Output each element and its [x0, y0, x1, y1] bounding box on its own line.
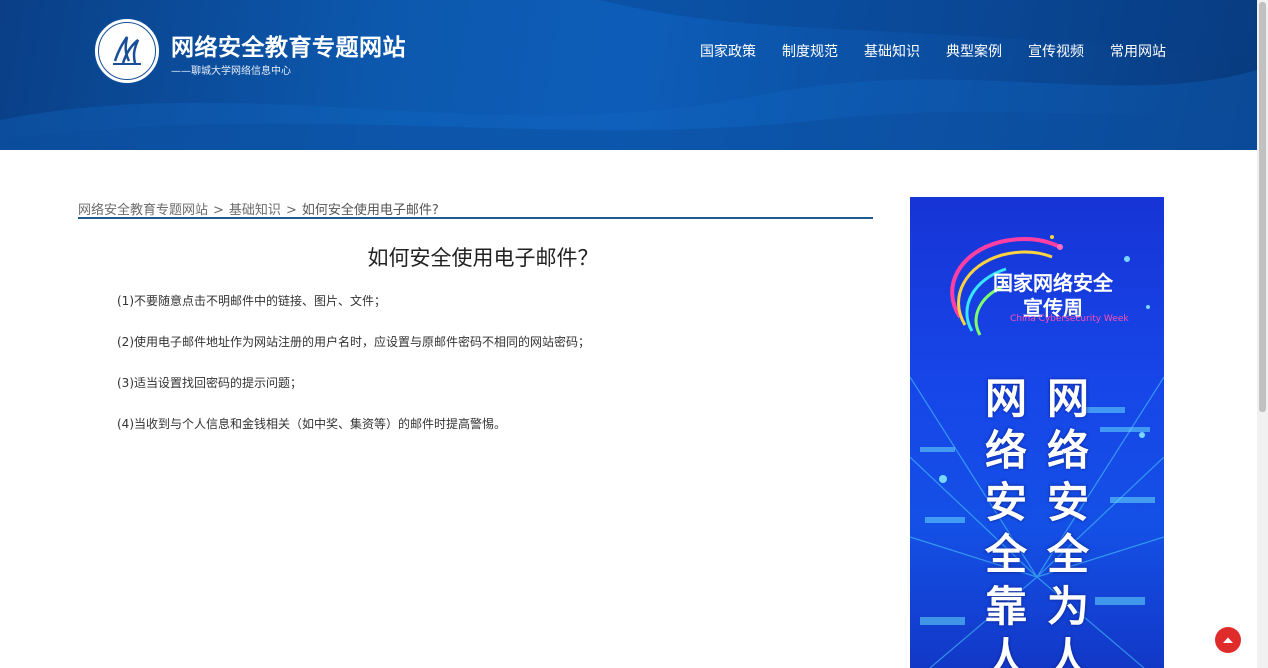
article-paragraph: (4)当收到与个人信息和金钱相关（如中奖、集资等）的邮件时提高警惕。: [117, 417, 507, 431]
banner-english-title: China Cybersecurity Week: [1010, 314, 1129, 324]
breadcrumb-home[interactable]: 网络安全教育专题网站: [78, 203, 208, 218]
article-body: (1)不要随意点击不明邮件中的链接、图片、文件； (2)使用电子邮件地址作为网站…: [117, 292, 857, 456]
banner-slogan-right: 网 络 安 全 为 人: [1043, 373, 1093, 668]
site-subtitle: ——聊城大学网络信息中心: [171, 66, 291, 77]
scrollbar-thumb[interactable]: [1259, 2, 1266, 412]
banner-slogan-char: 全: [984, 530, 1027, 579]
nav-item-common-sites[interactable]: 常用网站: [1110, 41, 1166, 61]
back-to-top-button[interactable]: [1215, 627, 1241, 653]
breadcrumb: 网络安全教育专题网站 > 基础知识 > 如何安全使用电子邮件?: [78, 199, 873, 219]
breadcrumb-current: 如何安全使用电子邮件?: [301, 203, 439, 218]
site-header: 网络安全教育专题网站 ——聊城大学网络信息中心 国家政策 制度规范 基础知识 典…: [0, 0, 1257, 150]
university-logo[interactable]: [93, 17, 161, 85]
breadcrumb-separator: >: [285, 203, 297, 218]
banner-slogan-char: 网: [984, 374, 1027, 423]
main-nav: 国家政策 制度规范 基础知识 典型案例 宣传视频 常用网站: [700, 41, 1166, 61]
site-title: 网络安全教育专题网站: [171, 35, 406, 61]
banner-slogan-char: 络: [1046, 426, 1089, 475]
banner-slogan-char: 人: [1046, 634, 1089, 668]
article-title: 如何安全使用电子邮件？: [367, 246, 599, 270]
banner-slogan-left: 网 络 安 全 靠 人: [981, 373, 1031, 668]
cybersecurity-week-banner[interactable]: 国家网络安全 宣传周 China Cybersecurity Week 网 络 …: [910, 197, 1164, 668]
article-paragraph: (3)适当设置找回密码的提示问题；: [117, 376, 302, 390]
nav-item-promo-videos[interactable]: 宣传视频: [1028, 41, 1084, 61]
banner-slogan-char: 全: [1046, 530, 1089, 579]
breadcrumb-separator: >: [213, 203, 224, 218]
nav-item-typical-cases[interactable]: 典型案例: [946, 41, 1002, 61]
article-paragraph: (2)使用电子邮件地址作为网站注册的用户名时，应设置与原邮件密码不相同的网站密码…: [117, 335, 591, 349]
banner-slogan-char: 为: [1046, 582, 1089, 631]
banner-slogan-char: 人: [984, 634, 1027, 668]
banner-slogan-char: 络: [984, 426, 1027, 475]
page-scrollbar[interactable]: [1257, 0, 1268, 668]
nav-item-regulations[interactable]: 制度规范: [782, 41, 838, 61]
university-seal-icon: [98, 22, 156, 80]
banner-slogan-char: 网: [1046, 374, 1089, 423]
article-paragraph: (1)不要随意点击不明邮件中的链接、图片、文件；: [117, 294, 386, 308]
banner-slogan-char: 安: [984, 478, 1027, 527]
banner-slogan-char: 靠: [984, 582, 1027, 631]
nav-item-basic-knowledge[interactable]: 基础知识: [864, 41, 920, 61]
nav-item-national-policy[interactable]: 国家政策: [700, 41, 756, 61]
chevron-up-icon: [1223, 637, 1233, 643]
breadcrumb-section[interactable]: 基础知识: [229, 203, 281, 218]
banner-slogan-char: 安: [1046, 478, 1089, 527]
